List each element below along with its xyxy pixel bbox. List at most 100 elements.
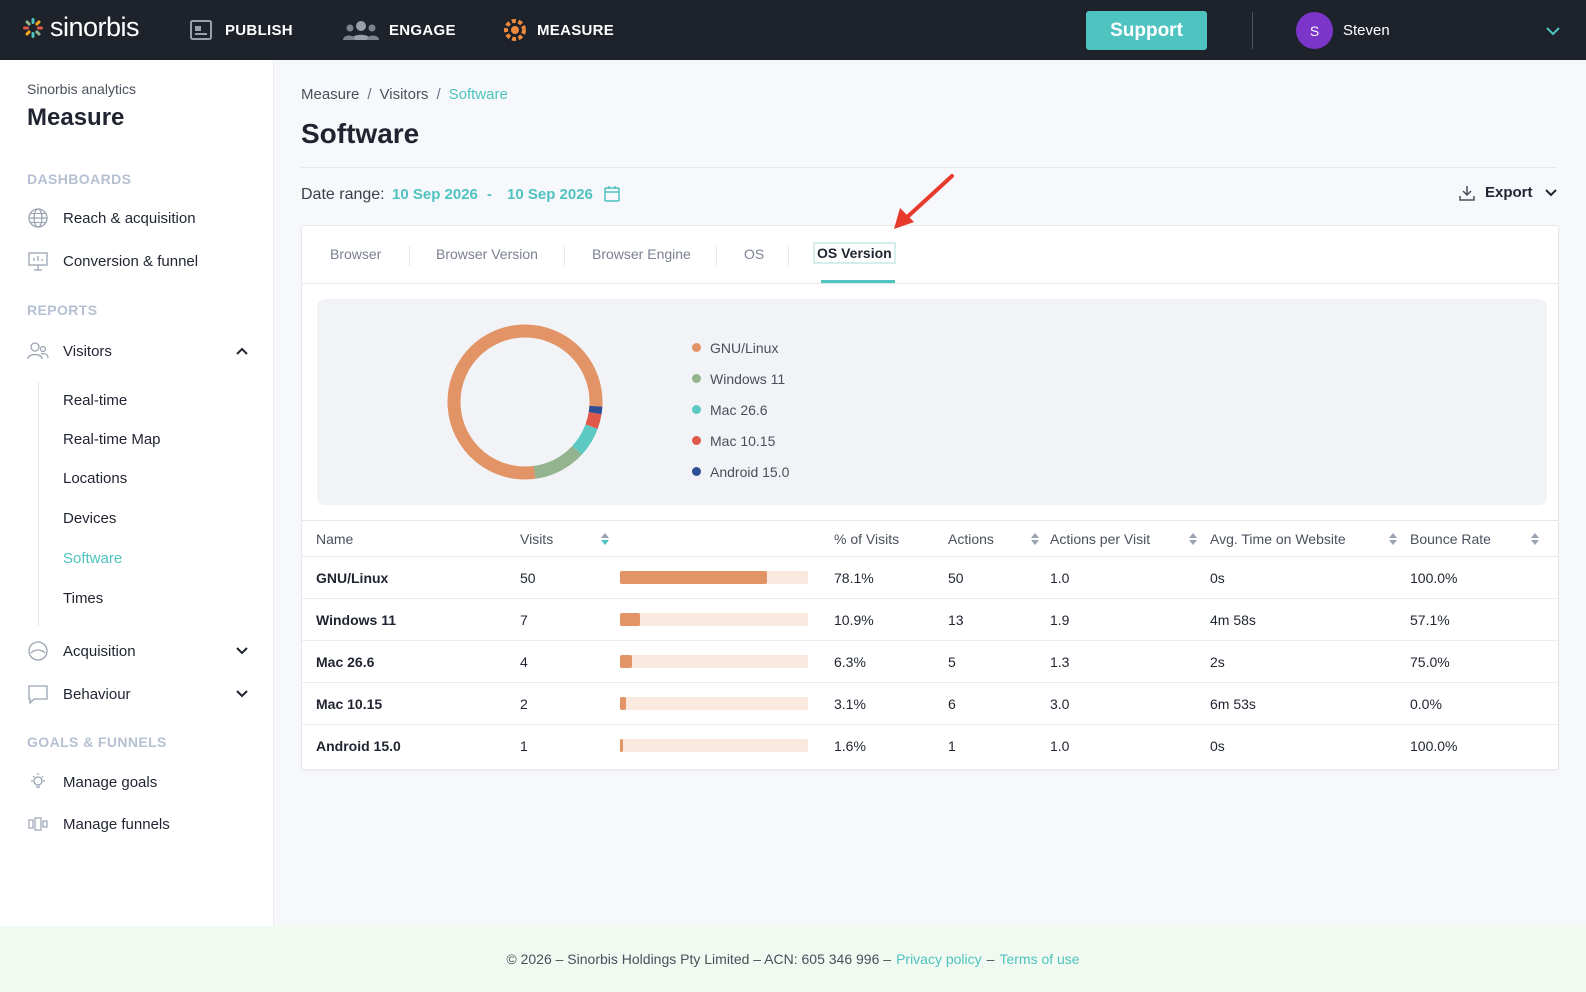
row-bounce-rate: 100.0% [1410, 737, 1458, 754]
sort-icon[interactable] [1388, 532, 1398, 546]
col-bar [620, 520, 834, 557]
row-bounce-rate: 57.1% [1410, 598, 1558, 641]
user-name[interactable]: Steven [1343, 22, 1390, 39]
table-row[interactable]: GNU/Linux 50 78.1% 50 1.0 0s 100.0% [302, 556, 1558, 599]
export-button[interactable]: Export [1459, 184, 1559, 201]
sidebar-item-label: Manage goals [63, 773, 158, 791]
tab-browser-engine[interactable]: Browser Engine [592, 246, 691, 262]
sidebar-item-label: Behaviour [63, 685, 131, 703]
visits-bar-fill [620, 739, 623, 753]
col-pct-visits[interactable]: % of Visits [834, 520, 948, 557]
donut-chart [447, 324, 603, 480]
tab-browser-version[interactable]: Browser Version [436, 246, 538, 262]
sidebar-item-label: Conversion & funnel [63, 252, 199, 270]
row-bar-cell [620, 725, 834, 767]
sort-icon[interactable] [1530, 532, 1540, 546]
chart-legend: GNU/Linux Windows 11 Mac 26.6 Mac 10.15 Andr… [692, 332, 789, 487]
support-button[interactable]: Support [1086, 11, 1207, 50]
table-row[interactable]: Mac 26.6 4 6.3% 5 1.3 2s 75.0% [302, 640, 1558, 683]
breadcrumb-separator: / [367, 86, 372, 103]
legend-item[interactable]: Mac 26.6 [692, 394, 789, 425]
table-row[interactable]: Windows 11 7 10.9% 13 1.9 4m 58s 57.1% [302, 598, 1558, 641]
nav-engage[interactable]: ENGAGE [343, 18, 456, 42]
col-name[interactable]: Name [302, 520, 520, 557]
visits-bar-track [620, 655, 808, 668]
row-avg-time: 2s [1210, 640, 1410, 683]
row-visits: 50 [520, 556, 620, 599]
col-avg-time[interactable]: Avg. Time on Website [1210, 520, 1410, 557]
legend-label: Windows 11 [710, 370, 786, 387]
sort-active-icon[interactable] [600, 532, 610, 546]
slice-mac-26-6[interactable] [572, 424, 598, 455]
row-avg-time: 0s [1210, 737, 1225, 754]
chevron-down-icon[interactable] [234, 643, 250, 659]
sidebar-item-acquisition[interactable]: Acquisition [27, 640, 136, 662]
sidebar-item-label: Reach & acquisition [63, 209, 196, 227]
col-bounce-rate-label: Bounce Rate [1410, 530, 1491, 547]
table-row[interactable]: Mac 10.15 2 3.1% 6 3.0 6m 53s 0.0% [302, 682, 1558, 725]
calendar-icon[interactable] [603, 185, 621, 203]
privacy-policy-link[interactable]: Privacy policy [896, 951, 982, 967]
sidebar-item-devices[interactable]: Devices [63, 510, 116, 527]
download-icon [1459, 185, 1475, 201]
sidebar-item-locations[interactable]: Locations [63, 470, 127, 487]
chevron-down-icon[interactable] [234, 686, 250, 702]
sort-icon[interactable] [1188, 532, 1198, 546]
col-avg-time-label: Avg. Time on Website [1210, 530, 1346, 547]
legend-item[interactable]: GNU/Linux [692, 332, 789, 363]
sidebar-item-manage-funnels[interactable]: Manage funnels [27, 813, 170, 835]
col-bounce-rate[interactable]: Bounce Rate [1410, 520, 1558, 557]
sidebar-subtitle: Sinorbis analytics [27, 81, 136, 97]
row-actions-per-visit: 1.3 [1050, 640, 1210, 683]
breadcrumb-measure[interactable]: Measure [301, 86, 359, 103]
legend-label: GNU/Linux [710, 339, 779, 356]
legend-item[interactable]: Android 15.0 [692, 456, 789, 487]
footer-separator: – [986, 951, 995, 967]
sidebar-item-behaviour[interactable]: Behaviour [27, 683, 131, 705]
avatar[interactable]: S [1296, 12, 1333, 49]
col-actions-per-visit[interactable]: Actions per Visit [1050, 520, 1210, 557]
breadcrumb-visitors[interactable]: Visitors [380, 86, 429, 103]
nav-publish[interactable]: PUBLISH [189, 18, 293, 42]
slice-android-15-0[interactable] [588, 405, 603, 415]
col-actions[interactable]: Actions [948, 520, 1050, 557]
tab-os[interactable]: OS [744, 246, 764, 262]
visits-bar-fill [620, 613, 641, 626]
legend-dot [692, 436, 701, 445]
tab-separator [564, 246, 565, 266]
slice-windows-11[interactable] [533, 445, 582, 479]
chevron-down-icon[interactable] [1544, 22, 1562, 40]
engage-icon [343, 21, 379, 40]
slice-mac-10-15[interactable] [585, 412, 602, 429]
sinorbis-logo-icon [23, 17, 43, 38]
globe-icon [28, 208, 48, 228]
chevron-up-icon[interactable] [234, 343, 250, 359]
terms-of-use-link[interactable]: Terms of use [999, 951, 1079, 967]
date-range-from[interactable]: 10 Sep 2026 [392, 186, 478, 203]
table-row[interactable]: Android 15.0 1 1.6% 1 1.0 0s 100.0% [302, 725, 1558, 767]
legend-item[interactable]: Windows 11 [692, 363, 789, 394]
date-range-to[interactable]: 10 Sep 2026 [507, 186, 593, 203]
sort-icon[interactable] [1030, 532, 1040, 546]
col-visits[interactable]: Visits [520, 520, 620, 557]
brand-logo[interactable]: sinorbis [22, 12, 140, 43]
tab-os-version[interactable]: OS Version [813, 242, 896, 264]
sidebar-item-reach-acquisition[interactable]: Reach & acquisition [27, 207, 196, 229]
legend-item[interactable]: Mac 10.15 [692, 425, 789, 456]
sidebar-item-real-time-map[interactable]: Real-time Map [63, 431, 161, 448]
chat-bubble-icon [28, 685, 48, 705]
tab-browser[interactable]: Browser [330, 246, 381, 262]
measure-icon [504, 19, 526, 41]
sidebar-item-real-time[interactable]: Real-time [63, 392, 127, 409]
nav-measure[interactable]: MEASURE [503, 18, 614, 42]
row-pct-visits: 6.3% [834, 640, 948, 683]
sidebar-item-manage-goals[interactable]: Manage goals [27, 771, 157, 793]
sidebar-item-visitors[interactable]: Visitors [27, 340, 112, 362]
row-pct-visits: 78.1% [834, 556, 948, 599]
col-actions-label: Actions [948, 530, 994, 547]
sidebar-item-software[interactable]: Software [63, 550, 122, 567]
row-bar-cell [620, 640, 834, 683]
row-actions: 6 [948, 682, 1050, 725]
sidebar-item-conversion-funnel[interactable]: Conversion & funnel [27, 250, 198, 272]
sidebar-item-times[interactable]: Times [63, 590, 103, 607]
